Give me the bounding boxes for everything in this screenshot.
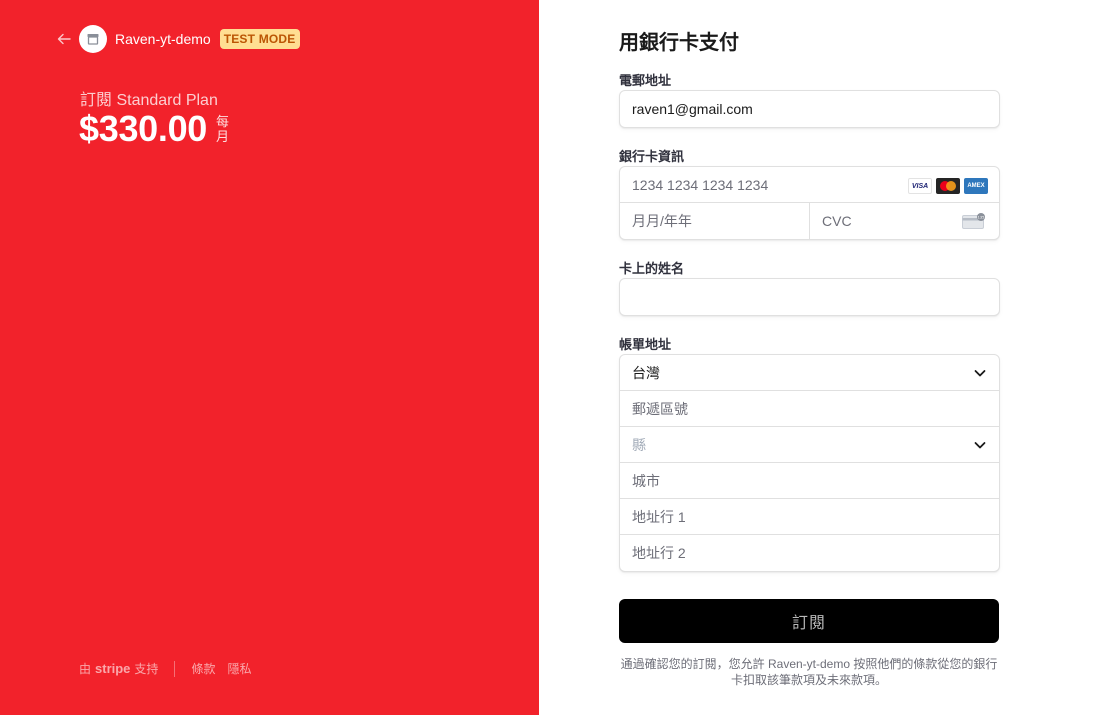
billing-address-box: 台灣 郵遞區號 縣 城市 地址行 1 地址行 2 (619, 354, 1000, 572)
plan-label: 訂閱 Standard Plan (80, 92, 218, 109)
card-number-input[interactable]: 1234 1234 1234 1234 VISA AMEX (620, 167, 999, 203)
country-select[interactable]: 台灣 (620, 355, 999, 391)
card-number-placeholder: 1234 1234 1234 1234 (632, 176, 769, 193)
city-input[interactable]: 城市 (620, 463, 999, 499)
back-arrow-icon[interactable] (57, 31, 73, 47)
postal-code-input[interactable]: 郵遞區號 (620, 391, 999, 427)
county-placeholder: 縣 (632, 436, 646, 453)
card-info-label: 銀行卡資訊 (619, 149, 685, 164)
cvc-placeholder: CVC (822, 213, 852, 229)
store-icon (79, 25, 107, 53)
chevron-down-icon (974, 370, 986, 377)
card-info-box: 1234 1234 1234 1234 VISA AMEX 月月/年年 CVC … (619, 166, 1000, 240)
email-field[interactable]: raven1@gmail.com (620, 91, 999, 127)
terms-link[interactable]: 條款 (191, 660, 215, 677)
merchant-header: Raven-yt-demo TEST MODE (57, 25, 300, 53)
card-expiry-cvc-row: 月月/年年 CVC 135 (620, 203, 999, 239)
county-select[interactable]: 縣 (620, 427, 999, 463)
price-row: $330.00 每月 (79, 108, 230, 150)
address-line2-input[interactable]: 地址行 2 (620, 535, 999, 571)
mastercard-icon (936, 178, 960, 194)
chevron-down-icon (974, 442, 986, 449)
privacy-link[interactable]: 隱私 (227, 660, 251, 677)
merchant-name[interactable]: Raven-yt-demo (115, 31, 211, 47)
email-field-box: raven1@gmail.com (619, 90, 1000, 128)
stripe-logo[interactable]: stripe (95, 661, 130, 676)
email-label: 電郵地址 (619, 73, 672, 88)
powered-prefix: 由 (79, 662, 92, 676)
billing-address-label: 帳單地址 (619, 337, 672, 352)
amex-icon: AMEX (964, 178, 988, 194)
form-title: 用銀行卡支付 (619, 32, 739, 54)
powered-suffix: 支持 (134, 662, 159, 676)
subscribe-button[interactable]: 訂閱 (619, 599, 999, 643)
svg-text:135: 135 (978, 215, 985, 219)
terms-notice: 通過確認您的訂閱，您允許 Raven-yt-demo 按照他們的條款從您的銀行卡… (620, 657, 998, 687)
card-brand-logos: VISA AMEX (908, 178, 988, 194)
billing-period: 每月 (216, 114, 230, 144)
price-amount: $330.00 (79, 108, 208, 149)
address-line1-input[interactable]: 地址行 1 (620, 499, 999, 535)
cardholder-name-input[interactable] (620, 279, 999, 315)
test-mode-badge: TEST MODE (219, 29, 300, 49)
expiry-input[interactable]: 月月/年年 (620, 203, 810, 239)
footer: 由 stripe 支持 條款 隱私 (79, 660, 263, 677)
cardholder-name-label: 卡上的姓名 (619, 261, 685, 276)
cvc-input[interactable]: CVC 135 (810, 203, 999, 239)
order-summary-panel: Raven-yt-demo TEST MODE 訂閱 Standard Plan… (0, 0, 539, 715)
cvc-card-icon: 135 (962, 213, 985, 229)
country-value: 台灣 (632, 364, 660, 381)
cardholder-name-box (619, 278, 1000, 316)
footer-divider (174, 660, 176, 677)
visa-icon: VISA (908, 178, 932, 194)
